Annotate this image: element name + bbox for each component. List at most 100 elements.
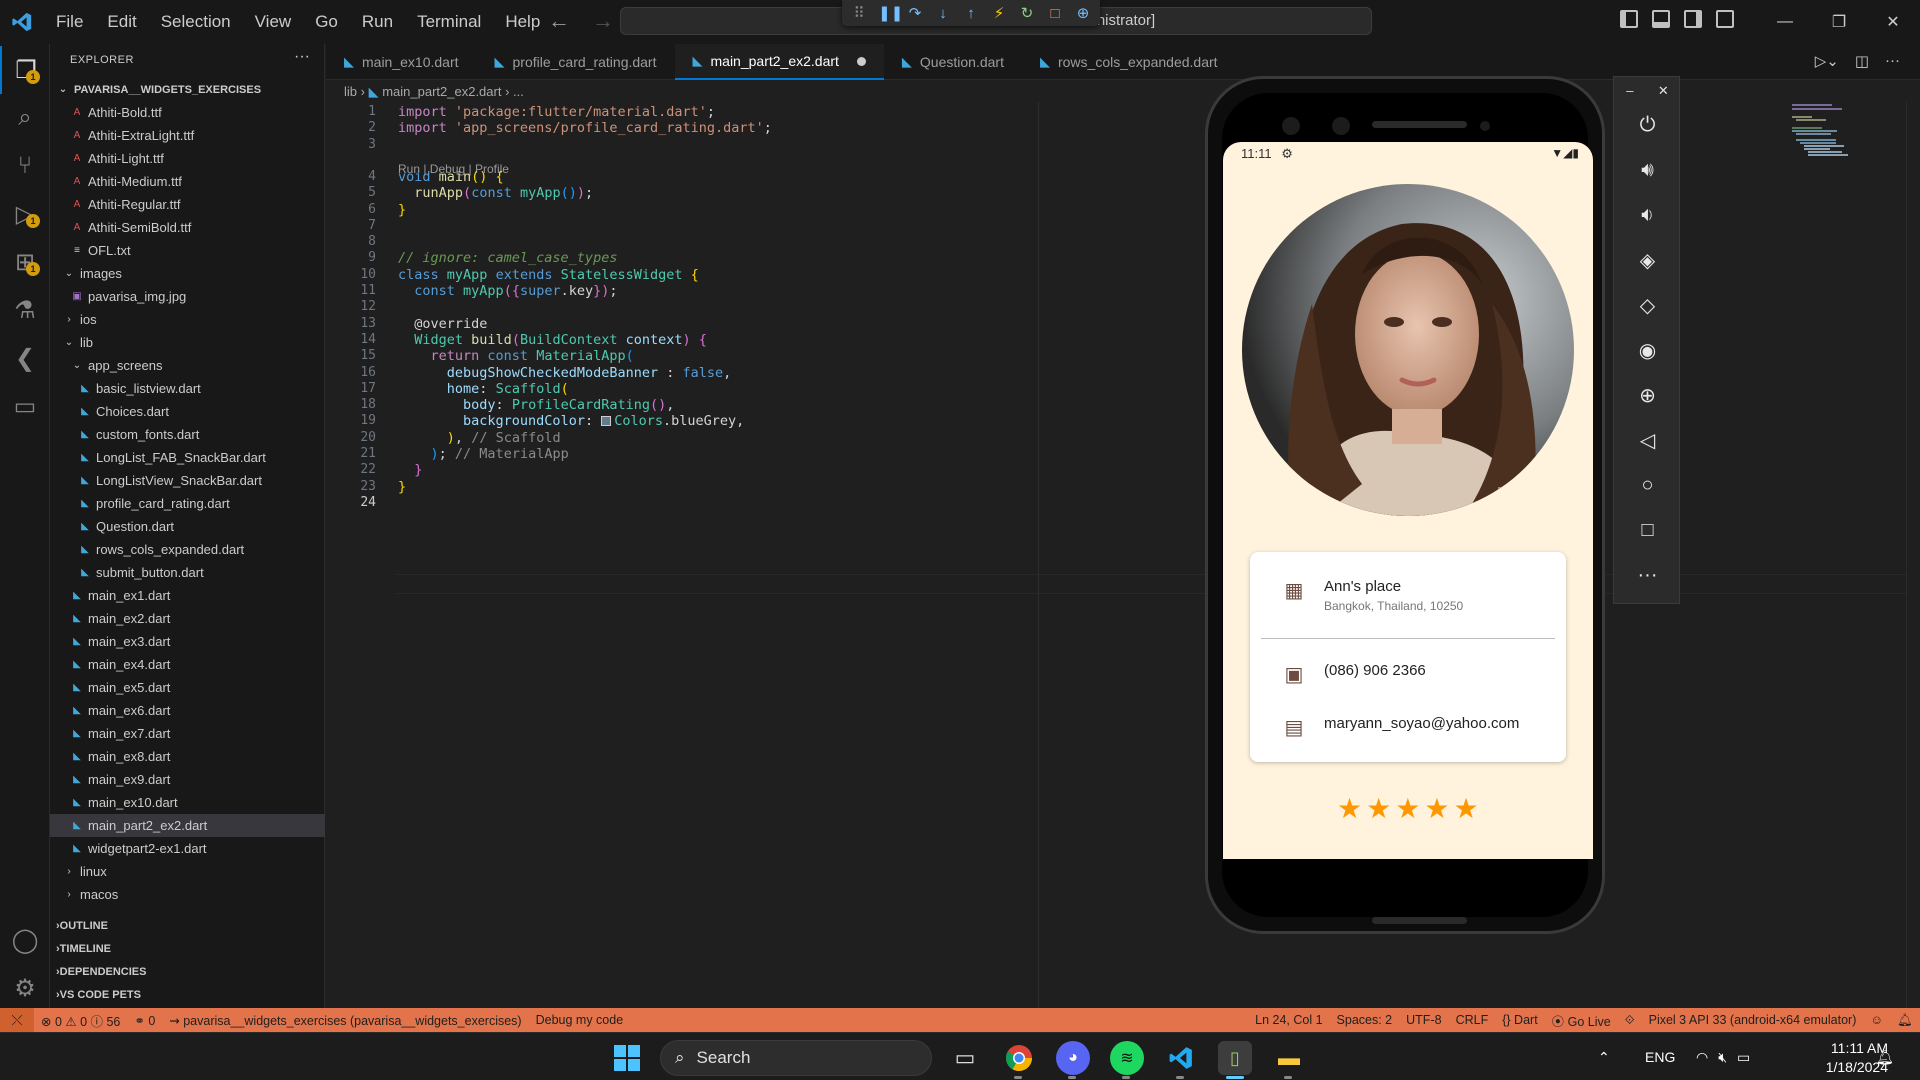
tree-item[interactable]: ◣ LongListView_SnackBar.dart xyxy=(50,469,325,492)
system-tray-icons[interactable]: ◠ 🔇︎ ▭ xyxy=(1696,1033,1750,1080)
file-explorer-icon[interactable]: ▬ xyxy=(1272,1041,1306,1075)
go-live[interactable]: ⦿ Go Live xyxy=(1545,1011,1618,1030)
chrome-icon[interactable] xyxy=(1002,1041,1036,1075)
color-swatch-icon[interactable] xyxy=(601,416,612,426)
account-icon[interactable]: ◯ xyxy=(0,916,50,964)
tree-item[interactable]: A Athiti-SemiBold.ttf xyxy=(50,216,325,239)
notification-bell-icon[interactable]: 🔔︎ xyxy=(1876,1033,1894,1080)
discord-icon[interactable]: ◕ xyxy=(1056,1041,1090,1075)
camera-icon[interactable]: ◉ xyxy=(1614,332,1681,368)
code-editor[interactable]: 1 2 3 4 5 6 7 8 9 10 11 12 13 14 15 16 17 18 19 20 21 22 23 24 … xyxy=(326,102,1920,1008)
modified-dot-icon[interactable] xyxy=(856,56,866,66)
toggle-panel-icon[interactable] xyxy=(1652,10,1670,28)
toggle-secondary-sidebar-icon[interactable] xyxy=(1684,10,1702,28)
tree-item[interactable]: ◣ basic_listview.dart xyxy=(50,377,325,400)
testing-icon[interactable]: ⚗ xyxy=(0,286,50,334)
tree-item[interactable]: ⌄ lib xyxy=(50,331,325,354)
tree-item[interactable]: › linux xyxy=(50,860,325,883)
pause-icon[interactable]: ❚❚ xyxy=(878,4,903,22)
copilot-icon[interactable]: ☺ xyxy=(1863,1013,1890,1027)
section-outline[interactable]: › OUTLINE xyxy=(50,915,325,937)
tree-item[interactable]: ◣ main_ex9.dart xyxy=(50,768,325,791)
step-over-icon[interactable]: ↷ xyxy=(906,4,924,22)
breadcrumb-folder[interactable]: lib xyxy=(344,84,357,99)
volume-down-icon[interactable]: 🔉︎ xyxy=(1614,197,1681,233)
menu-item-selection[interactable]: Selection xyxy=(149,12,243,32)
more-actions-icon[interactable]: ··· xyxy=(1885,52,1900,70)
tree-item[interactable]: ◣ main_ex2.dart xyxy=(50,607,325,630)
device-selector[interactable]: Pixel 3 API 33 (android-x64 emulator) xyxy=(1642,1013,1864,1027)
flutter-icon[interactable]: ❮ xyxy=(0,334,50,382)
breadcrumb-tail[interactable]: ... xyxy=(513,84,524,99)
tree-item[interactable]: ◣ main_part2_ex2.dart xyxy=(50,814,325,837)
tab-rows_cols_expanded-dart[interactable]: ◣ rows_cols_expanded.dart xyxy=(1022,44,1236,80)
remote-explorer-icon[interactable]: ▭ xyxy=(0,382,50,430)
spotify-icon[interactable]: ≋ xyxy=(1110,1041,1144,1075)
tree-item[interactable]: ◣ custom_fonts.dart xyxy=(50,423,325,446)
taskbar-search[interactable]: ⌕ Search xyxy=(660,1040,932,1076)
source-control-icon[interactable]: ⑂ xyxy=(0,142,50,190)
tree-item[interactable]: ◣ rows_cols_expanded.dart xyxy=(50,538,325,561)
extensions-icon[interactable]: ⊞ 1 xyxy=(0,238,50,286)
menu-item-view[interactable]: View xyxy=(243,12,304,32)
indentation[interactable]: Spaces: 2 xyxy=(1330,1013,1400,1027)
inspect-icon[interactable]: ⊕ xyxy=(1074,4,1092,22)
split-editor-icon[interactable]: ◫ xyxy=(1855,52,1869,70)
back-arrow-icon[interactable]: ← xyxy=(548,8,570,34)
maximize-icon[interactable]: ❐ xyxy=(1812,12,1866,32)
tree-item[interactable]: ⌄ images xyxy=(50,262,325,285)
tab-profile_card_rating-dart[interactable]: ◣ profile_card_rating.dart xyxy=(477,44,675,80)
tree-item[interactable]: ⌄ app_screens xyxy=(50,354,325,377)
tree-item[interactable]: A Athiti-Bold.ttf xyxy=(50,101,325,124)
power-icon[interactable]: ⏻ xyxy=(1614,107,1681,143)
section-dependencies[interactable]: › DEPENDENCIES xyxy=(50,961,325,983)
remote-icon[interactable]: ⤬ xyxy=(0,1008,34,1032)
tree-item[interactable]: › macos xyxy=(50,883,325,906)
ports-indicator[interactable]: ⚭ 0 xyxy=(127,1013,162,1028)
tree-item[interactable]: ◣ widgetpart2-ex1.dart xyxy=(50,837,325,860)
tree-item[interactable]: ◣ main_ex8.dart xyxy=(50,745,325,768)
run-icon[interactable]: ▷⌄ xyxy=(1815,52,1839,70)
tree-item[interactable]: ≡ OFL.txt xyxy=(50,239,325,262)
encoding[interactable]: UTF-8 xyxy=(1399,1013,1448,1027)
tray-overflow-icon[interactable]: ⌃ xyxy=(1598,1033,1610,1080)
line-ending[interactable]: CRLF xyxy=(1449,1013,1496,1027)
cursor-position[interactable]: Ln 24, Col 1 xyxy=(1248,1013,1329,1027)
taskbar-clock[interactable]: 11:11 AM 1/18/2024 xyxy=(1794,1039,1888,1077)
tree-item[interactable]: ◣ main_ex6.dart xyxy=(50,699,325,722)
editor-scrollbar[interactable] xyxy=(1906,102,1920,1008)
tree-item[interactable]: ◣ main_ex10.dart xyxy=(50,791,325,814)
language-mode[interactable]: {} Dart xyxy=(1495,1013,1544,1027)
run-debug-icon[interactable]: ▷ 1 xyxy=(0,190,50,238)
minimap[interactable] xyxy=(1792,102,1902,162)
restart-icon[interactable]: ↻ xyxy=(1018,4,1036,22)
tree-item[interactable]: ◣ main_ex5.dart xyxy=(50,676,325,699)
tree-item[interactable]: ◣ LongList_FAB_SnackBar.dart xyxy=(50,446,325,469)
menu-item-terminal[interactable]: Terminal xyxy=(405,12,493,32)
section-timeline[interactable]: › TIMELINE xyxy=(50,938,325,960)
tree-item[interactable]: ◣ Choices.dart xyxy=(50,400,325,423)
tree-item[interactable]: ▣ pavarisa_img.jpg xyxy=(50,285,325,308)
back-icon[interactable]: ◁ xyxy=(1614,422,1681,458)
tab-main_ex10-dart[interactable]: ◣ main_ex10.dart xyxy=(326,44,477,80)
tree-item[interactable]: A Athiti-Medium.ttf xyxy=(50,170,325,193)
customize-layout-icon[interactable] xyxy=(1716,10,1734,28)
home-icon[interactable]: ○ xyxy=(1614,467,1681,503)
settings-gear-icon[interactable]: ⚙ xyxy=(0,964,50,1012)
tree-item[interactable]: ◣ submit_button.dart xyxy=(50,561,325,584)
tree-item[interactable]: ◣ main_ex7.dart xyxy=(50,722,325,745)
emulator-taskbar-icon[interactable]: ▯ xyxy=(1218,1041,1252,1075)
notifications-icon[interactable]: 🔔︎ xyxy=(1890,1013,1920,1028)
overview-icon[interactable]: □ xyxy=(1614,512,1681,548)
stop-icon[interactable]: □ xyxy=(1046,5,1064,22)
tab-Question-dart[interactable]: ◣ Question.dart xyxy=(884,44,1022,80)
minimize-icon[interactable]: – xyxy=(1626,83,1633,99)
menu-item-file[interactable]: File xyxy=(44,12,95,32)
zoom-icon[interactable]: ⊕ xyxy=(1614,377,1681,413)
volume-up-icon[interactable]: 🔊︎ xyxy=(1614,152,1681,188)
menu-item-help[interactable]: Help xyxy=(493,12,552,32)
tree-item[interactable]: ◣ main_ex1.dart xyxy=(50,584,325,607)
flutter-device-icon[interactable]: ⟐ xyxy=(1618,1013,1642,1028)
more-icon[interactable]: ··· xyxy=(1614,557,1681,593)
problems-indicator[interactable]: ⊗ 0 ⚠ 0 ⓘ 56 xyxy=(34,1011,127,1030)
